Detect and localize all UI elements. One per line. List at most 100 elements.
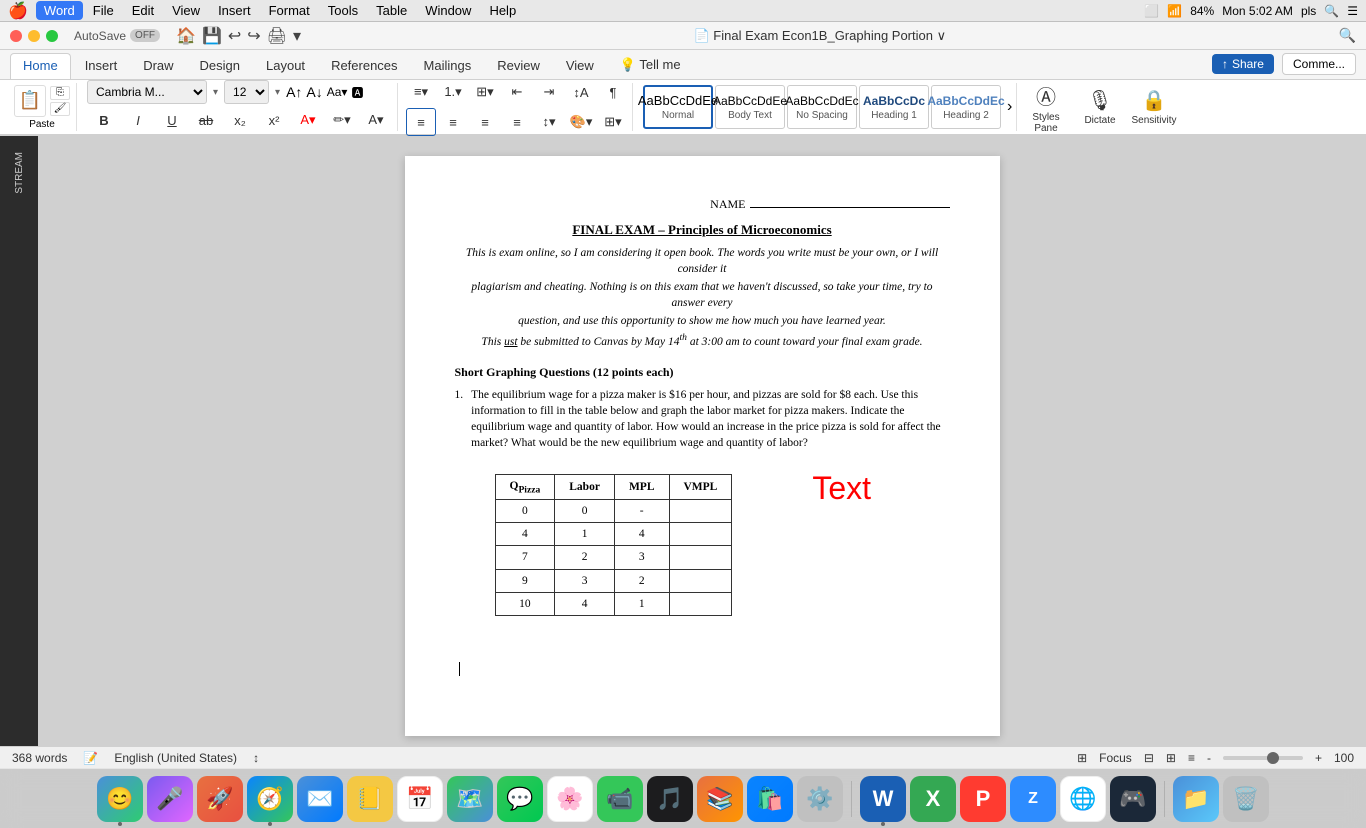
view-outline-icon[interactable]: ≡ (1188, 751, 1195, 765)
dock-zoom[interactable]: Z (1010, 776, 1056, 822)
save-icon[interactable]: 💾 (202, 26, 222, 46)
home-icon[interactable]: 🏠 (176, 26, 196, 46)
menu-help[interactable]: Help (481, 1, 524, 20)
subscript-button[interactable]: x₂ (225, 106, 255, 134)
dock-files[interactable]: 📁 (1173, 776, 1219, 822)
line-spacing-button[interactable]: ↕▾ (534, 108, 564, 136)
underline-button[interactable]: U (157, 106, 187, 134)
font-selector[interactable]: Cambria M... (87, 80, 207, 104)
menu-file[interactable]: File (85, 1, 122, 20)
focus-label[interactable]: Focus (1099, 751, 1132, 765)
proofing-icon[interactable]: 📝 (83, 751, 98, 765)
tab-review[interactable]: Review (485, 54, 552, 79)
shading-button[interactable]: 🎨▾ (566, 108, 596, 136)
styles-more-icon[interactable]: › (1003, 98, 1016, 116)
control-strip[interactable]: ☰ (1347, 4, 1358, 18)
apple-menu[interactable]: 🍎 (8, 1, 28, 21)
zoom-in-button[interactable]: + (1315, 751, 1322, 765)
dock-books[interactable]: 📚 (697, 776, 743, 822)
dock-appstore[interactable]: 🛍️ (747, 776, 793, 822)
sensitivity-button[interactable]: 🔒 Sensitivity (1129, 83, 1179, 131)
font-color-button[interactable]: A▾ (293, 106, 323, 134)
tab-mailings[interactable]: Mailings (412, 54, 484, 79)
size-chevron[interactable]: ▾ (273, 87, 282, 98)
tab-references[interactable]: References (319, 54, 409, 79)
tab-insert[interactable]: Insert (73, 54, 130, 79)
multilevel-button[interactable]: ⊞▾ (470, 78, 500, 106)
style-heading2[interactable]: AaBbCcDdEc Heading 2 (931, 85, 1001, 129)
increase-indent-button[interactable]: ⇥ (534, 78, 564, 106)
format-aa[interactable]: Aa▾ (327, 85, 348, 99)
menu-format[interactable]: Format (261, 1, 318, 20)
language[interactable]: English (United States) (114, 751, 237, 765)
style-normal[interactable]: AaBbCcDdEe Normal (643, 85, 713, 129)
align-right-button[interactable]: ≡ (470, 108, 500, 136)
search-menubar[interactable]: 🔍 (1324, 4, 1339, 18)
tab-layout[interactable]: Layout (254, 54, 317, 79)
zoom-slider[interactable] (1223, 756, 1303, 760)
menu-table[interactable]: Table (368, 1, 415, 20)
format-painter-icon[interactable]: 🖌 (50, 102, 70, 116)
tab-tell-me[interactable]: 💡 Tell me (608, 53, 693, 79)
tab-draw[interactable]: Draw (131, 54, 185, 79)
dock-systemprefs[interactable]: ⚙️ (797, 776, 843, 822)
menu-edit[interactable]: Edit (124, 1, 162, 20)
dock-calendar[interactable]: 📅 (397, 776, 443, 822)
dock-notes[interactable]: 📒 (347, 776, 393, 822)
undo-icon[interactable]: ↩ (228, 26, 241, 46)
sort-button[interactable]: ↕A (566, 78, 596, 106)
menu-word[interactable]: Word (36, 1, 83, 20)
share-button[interactable]: ↑ Share (1212, 54, 1274, 74)
dock-mail[interactable]: ✉️ (297, 776, 343, 822)
dock-messages[interactable]: 💬 (497, 776, 543, 822)
styles-pane-button[interactable]: Ⓐ StylesPane (1021, 83, 1071, 131)
menu-view[interactable]: View (164, 1, 208, 20)
dock-excel[interactable]: X (910, 776, 956, 822)
comment-button[interactable]: Comme... (1282, 53, 1356, 75)
copy-icon[interactable]: ⎘ (50, 86, 70, 100)
zoom-out-button[interactable]: - (1207, 751, 1211, 765)
style-no-spacing[interactable]: AaBbCcDdEc No Spacing (787, 85, 857, 129)
dock-powerpoint[interactable]: P (960, 776, 1006, 822)
dock-launchpad[interactable]: 🚀 (197, 776, 243, 822)
dock-music[interactable]: 🎵 (647, 776, 693, 822)
tab-design[interactable]: Design (188, 54, 252, 79)
increase-font-icon[interactable]: A↑ (286, 84, 302, 100)
minimize-button[interactable] (28, 30, 40, 42)
document-area[interactable]: NAME FINAL EXAM – Principles of Microeco… (38, 136, 1366, 746)
justify-button[interactable]: ≡ (502, 108, 532, 136)
dock-photos[interactable]: 🌸 (547, 776, 593, 822)
superscript-button[interactable]: x² (259, 106, 289, 134)
view-layout-icon[interactable]: ⊟ (1144, 751, 1154, 765)
highlight-button[interactable]: ✏▾ (327, 106, 357, 134)
dock-trash[interactable]: 🗑️ (1223, 776, 1269, 822)
clear-format-icon[interactable]: 🅰 (351, 84, 363, 101)
dock-facetime[interactable]: 📹 (597, 776, 643, 822)
bullets-button[interactable]: ≡▾ (406, 78, 436, 106)
search-icon[interactable]: 🔍 (1339, 27, 1356, 44)
font-size-selector[interactable]: 12 (224, 80, 269, 104)
text-effects-button[interactable]: A▾ (361, 106, 391, 134)
align-center-button[interactable]: ≡ (438, 108, 468, 136)
show-hide-button[interactable]: ¶ (598, 78, 628, 106)
align-left-button[interactable]: ≡ (406, 108, 436, 136)
tab-home[interactable]: Home (10, 53, 71, 79)
bold-button[interactable]: B (89, 106, 119, 134)
font-chevron[interactable]: ▾ (211, 87, 220, 98)
decrease-font-icon[interactable]: A↓ (306, 84, 322, 100)
dock-word[interactable]: W (860, 776, 906, 822)
close-button[interactable] (10, 30, 22, 42)
strikethrough-button[interactable]: ab (191, 106, 221, 134)
redo-icon[interactable]: ↪ (247, 26, 260, 46)
italic-button[interactable]: I (123, 106, 153, 134)
view-web-icon[interactable]: ⊞ (1166, 751, 1176, 765)
print-icon[interactable]: 🖨 (267, 26, 287, 46)
borders-button[interactable]: ⊞▾ (598, 108, 628, 136)
autosave-toggle[interactable]: AutoSave OFF (74, 29, 160, 43)
style-body[interactable]: AaBbCcDdEe Body Text (715, 85, 785, 129)
dock-maps[interactable]: 🗺️ (447, 776, 493, 822)
menu-tools[interactable]: Tools (320, 1, 366, 20)
more-icon[interactable]: ▾ (293, 26, 301, 46)
dock-chrome[interactable]: 🌐 (1060, 776, 1106, 822)
dock-siri[interactable]: 🎤 (147, 776, 193, 822)
